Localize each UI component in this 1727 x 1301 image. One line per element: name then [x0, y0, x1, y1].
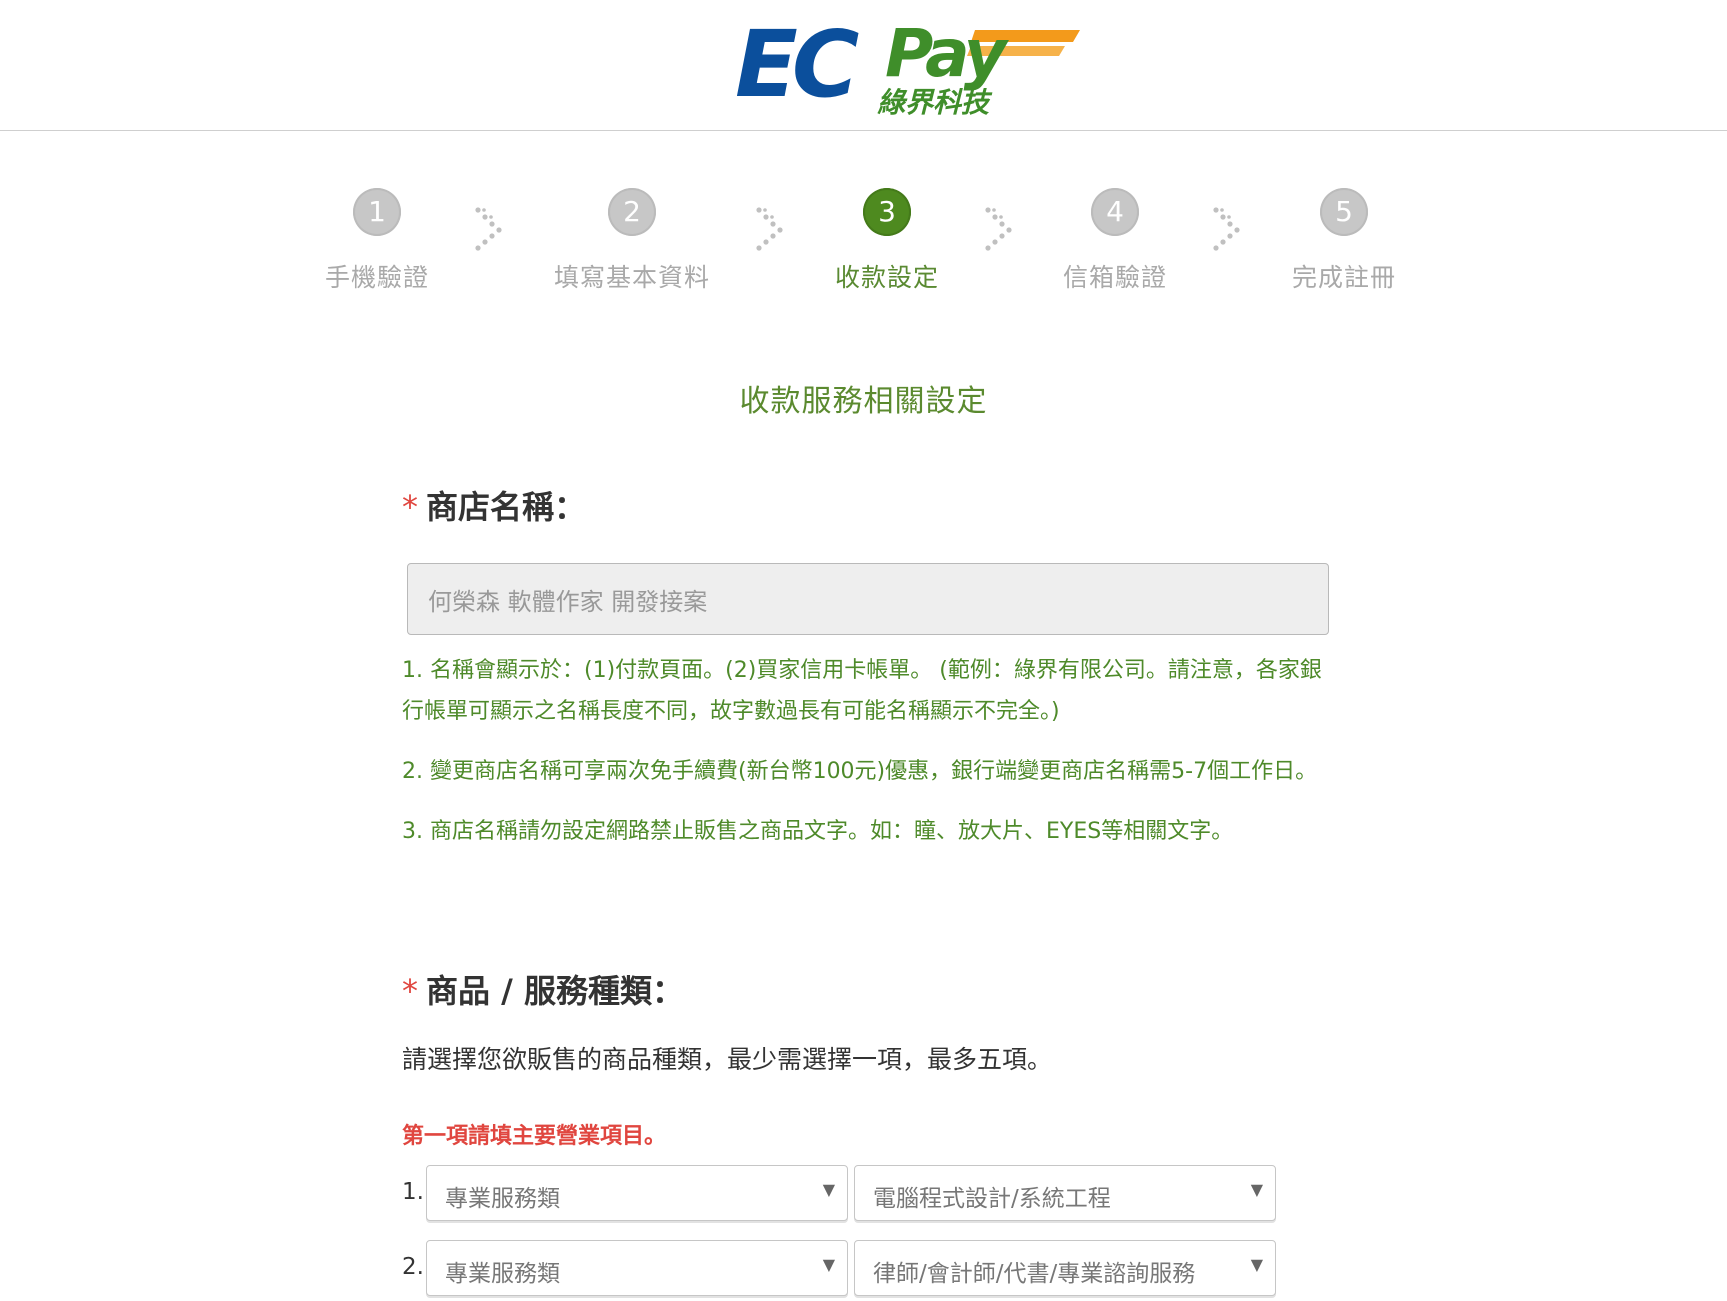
product-type-row: 2. 專業服務類 ▼ 律師/會計師/代書/專業諮詢服務 ▼: [402, 1240, 1282, 1296]
svg-text:Pay: Pay: [885, 15, 1010, 92]
svg-text:EC: EC: [735, 11, 859, 116]
row-index: 2.: [402, 1254, 424, 1280]
subcategory-select[interactable]: 電腦程式設計/系統工程 ▼: [854, 1165, 1276, 1221]
store-name-note-1: 1. 名稱會顯示於：(1)付款頁面。(2)買家信用卡帳單。 (範例：綠界有限公司…: [402, 658, 1322, 724]
ecpay-logo[interactable]: EC Pay 綠界科技: [735, 6, 1080, 119]
step-label: 收款設定: [834, 263, 939, 292]
step-number: 1: [353, 188, 401, 236]
category-select-value: 專業服務類: [445, 1186, 560, 1212]
required-mark: *: [402, 488, 418, 526]
store-name-note-3: 3. 商店名稱請勿設定網路禁止販售之商品文字。如：瞳、放大片、EYES等相關文字…: [402, 819, 1234, 844]
store-name-input[interactable]: [407, 563, 1329, 635]
store-name-note-2: 2. 變更商店名稱可享兩次免手續費(新台幣100元)優惠，銀行端變更商店名稱需5…: [402, 759, 1318, 784]
subcategory-select-value: 律師/會計師/代書/專業諮詢服務: [873, 1261, 1196, 1287]
section-title: 收款服務相關設定: [739, 384, 988, 419]
dropdown-arrow-icon: ▼: [1250, 1180, 1263, 1199]
chevron-right-dotted-icon: [1213, 207, 1240, 251]
category-select[interactable]: 專業服務類 ▼: [426, 1165, 848, 1221]
dropdown-arrow-icon: ▼: [822, 1255, 835, 1274]
chevron-right-dotted-icon: [475, 207, 502, 251]
product-type-row: 1. 專業服務類 ▼ 電腦程式設計/系統工程 ▼: [402, 1165, 1282, 1221]
step-4: 4 信箱驗證: [1015, 180, 1215, 294]
step-2: 2 填寫基本資料: [532, 180, 732, 294]
product-type-description: 請選擇您欲販售的商品種類，最少需選擇一項，最多五項。: [402, 1045, 1053, 1074]
category-select-value: 專業服務類: [445, 1261, 560, 1287]
dropdown-arrow-icon: ▼: [1250, 1255, 1263, 1274]
dropdown-arrow-icon: ▼: [822, 1180, 835, 1199]
row-index: 1.: [402, 1179, 424, 1205]
subcategory-select-value: 電腦程式設計/系統工程: [873, 1186, 1111, 1212]
step-label: 填寫基本資料: [553, 263, 710, 292]
step-label: 完成註冊: [1291, 263, 1396, 292]
store-name-label-text: 商店名稱：: [426, 488, 587, 526]
step-number: 5: [1320, 188, 1368, 236]
step-label: 手機驗證: [324, 263, 429, 292]
chevron-right-dotted-icon: [985, 207, 1012, 251]
product-type-label: * 商品 / 服務種類：: [402, 966, 684, 1012]
registration-steps: 1 手機驗證 2 填寫基本資料 3 收款設定 4 信箱驗證 5 完成註冊: [0, 180, 1727, 300]
step-number: 4: [1091, 188, 1139, 236]
step-label: 信箱驗證: [1062, 263, 1167, 292]
store-name-label: * 商店名稱：: [402, 482, 586, 528]
product-type-warning: 第一項請填主要營業項目。: [402, 1124, 667, 1149]
category-select[interactable]: 專業服務類 ▼: [426, 1240, 848, 1296]
step-number: 3: [863, 188, 911, 236]
subcategory-select[interactable]: 律師/會計師/代書/專業諮詢服務 ▼: [854, 1240, 1276, 1296]
site-header: EC Pay 綠界科技: [0, 0, 1727, 131]
step-1: 1 手機驗證: [277, 180, 477, 294]
ecpay-logo-graphic: EC Pay 綠界科技: [735, 11, 1080, 119]
chevron-right-dotted-icon: [756, 207, 783, 251]
step-number: 2: [608, 188, 656, 236]
logo-subtext: 綠界科技: [877, 86, 993, 116]
step-5: 5 完成註冊: [1244, 180, 1444, 294]
step-3: 3 收款設定: [787, 180, 987, 294]
product-type-label-text: 商品 / 服務種類：: [426, 972, 684, 1010]
required-mark: *: [402, 972, 418, 1010]
store-name-notes: 1. 名稱會顯示於：(1)付款頁面。(2)買家信用卡帳單。 (範例：綠界有限公司…: [402, 650, 1322, 871]
